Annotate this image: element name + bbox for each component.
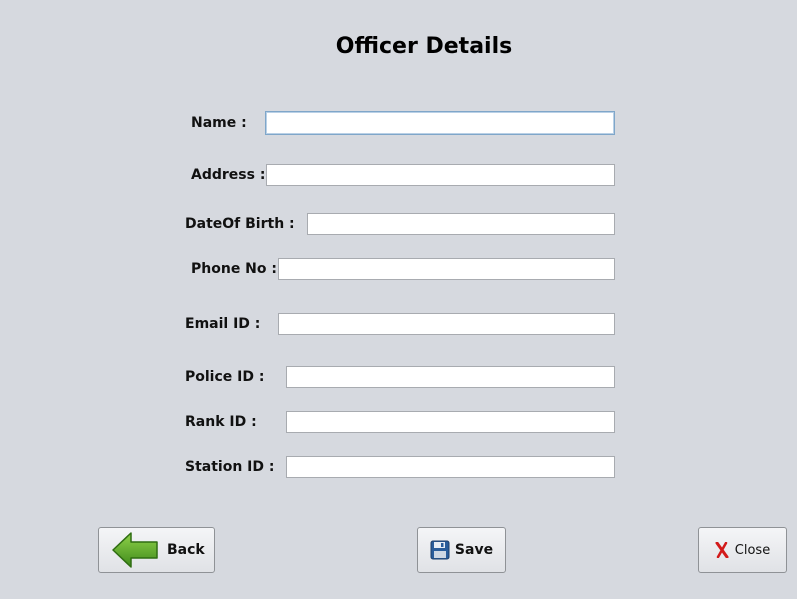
police-id-field[interactable] xyxy=(286,366,615,388)
arrow-left-icon xyxy=(111,531,159,569)
phone-label: Phone No : xyxy=(191,261,277,277)
name-label: Name : xyxy=(191,115,247,131)
close-button[interactable]: Close xyxy=(698,527,787,573)
rank-id-field[interactable] xyxy=(286,411,615,433)
page-title: Officer Details xyxy=(335,34,513,59)
floppy-disk-icon xyxy=(430,540,450,560)
save-button-label: Save xyxy=(454,542,494,558)
close-button-label: Close xyxy=(734,542,771,558)
save-button[interactable]: Save xyxy=(417,527,506,573)
address-field[interactable] xyxy=(266,164,615,186)
officer-details-window: Officer Details Name : Address : DateOf … xyxy=(0,0,797,599)
rank-id-label: Rank ID : xyxy=(185,414,257,430)
dob-field[interactable] xyxy=(307,213,615,235)
name-field[interactable] xyxy=(265,111,615,135)
back-button-label: Back xyxy=(167,542,205,558)
station-id-label: Station ID : xyxy=(185,459,275,475)
close-x-icon xyxy=(715,542,729,558)
address-label: Address : xyxy=(191,167,266,183)
back-button[interactable]: Back xyxy=(98,527,215,573)
email-field[interactable] xyxy=(278,313,615,335)
phone-field[interactable] xyxy=(278,258,615,280)
dob-label: DateOf Birth : xyxy=(185,216,295,232)
email-label: Email ID : xyxy=(185,316,261,332)
police-id-label: Police ID : xyxy=(185,369,265,385)
station-id-field[interactable] xyxy=(286,456,615,478)
